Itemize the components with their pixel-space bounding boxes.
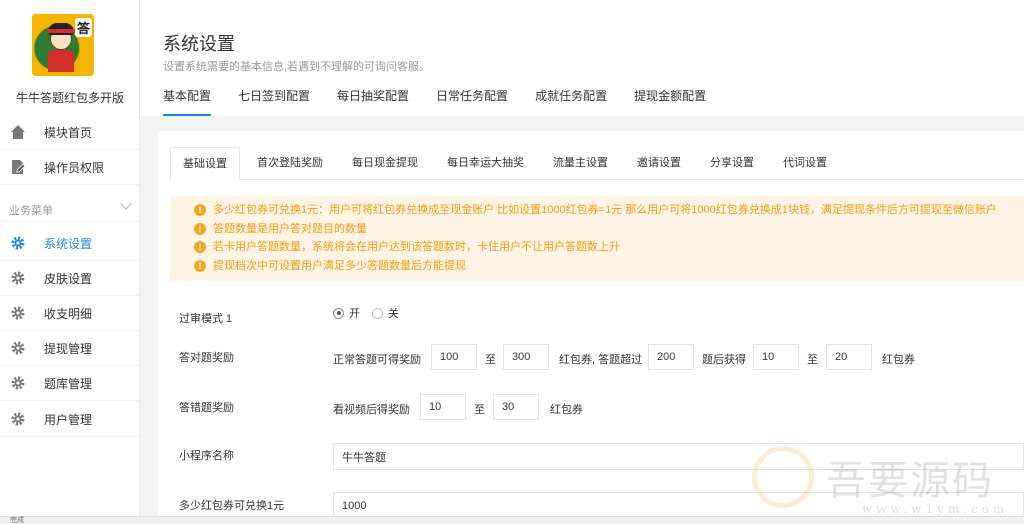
sidebar: 答 牛牛答题红包多开版 模块首页 操作员权限 业务菜单 系统设置 皮肤设置 收支… xyxy=(0,0,140,524)
sidebar-item-system-settings[interactable]: 系统设置 xyxy=(0,226,140,261)
status-bar: 完成 xyxy=(0,516,1024,524)
review-mode-radio-group: 开 关 xyxy=(333,305,411,321)
notice-line: ! 答题数量是用户答对题目的数量 xyxy=(194,220,1024,239)
tab-share-settings[interactable]: 分享设置 xyxy=(698,147,766,180)
sidebar-item-label: 皮肤设置 xyxy=(44,271,93,286)
watermark: 吾要源码 www.w1ym.com xyxy=(752,444,1024,524)
sidebar-section-business[interactable]: 业务菜单 xyxy=(0,194,140,222)
info-icon: ! xyxy=(194,222,206,235)
sidebar-item-label: 用户管理 xyxy=(44,412,93,427)
tab-first-login-reward[interactable]: 首次登陆奖励 xyxy=(245,147,335,180)
tab-withdraw-amount[interactable]: 提现金额配置 xyxy=(634,88,706,116)
sidebar-item-skin-settings[interactable]: 皮肤设置 xyxy=(0,261,140,296)
notice-line: ! 多少红包券可兑换1元：用户可将红包券兑换成至现金账户 比如设置1000红包券=… xyxy=(194,201,1024,220)
info-icon: ! xyxy=(194,241,206,253)
info-icon: ! xyxy=(194,259,206,272)
correct-reward-min-input[interactable] xyxy=(431,344,477,370)
sidebar-item-label: 系统设置 xyxy=(44,236,93,251)
sidebar-item-withdraw-management[interactable]: 提现管理 xyxy=(0,331,140,366)
notice-line: ! 提现档次中可设置用户满足多少答题数量后方能提现 xyxy=(194,257,1024,276)
correct-reward-max-input[interactable] xyxy=(503,344,549,370)
sidebar-item-label: 题库管理 xyxy=(44,376,93,391)
tab-seven-day-checkin[interactable]: 七日签到配置 xyxy=(238,88,310,116)
correct-reward-max2-input[interactable] xyxy=(826,344,872,370)
sidebar-item-module-home[interactable]: 模块首页 xyxy=(0,115,140,150)
tab-daily-lottery[interactable]: 每日抽奖配置 xyxy=(337,88,409,116)
sidebar-item-question-bank[interactable]: 题库管理 xyxy=(0,366,140,401)
tab-basic-settings[interactable]: 基础设置 xyxy=(170,147,240,180)
watermark-url: www.w1ym.com xyxy=(862,502,1009,516)
review-mode-off-label[interactable]: 关 xyxy=(388,305,399,321)
correct-reward-min2-input[interactable] xyxy=(753,344,799,370)
sidebar-section-label: 业务菜单 xyxy=(9,205,53,217)
sidebar-item-label: 操作员权限 xyxy=(44,160,105,175)
tab-invite-settings[interactable]: 邀请设置 xyxy=(625,147,693,180)
page-title: 系统设置 xyxy=(163,34,235,54)
wrong-reward-suffix: 红包券 xyxy=(550,404,583,416)
home-icon xyxy=(10,124,26,140)
chevron-down-icon xyxy=(120,198,132,210)
gear-icon xyxy=(10,411,26,427)
sidebar-item-label: 模块首页 xyxy=(44,125,93,140)
app-name: 牛牛答题红包多开版 xyxy=(15,91,124,105)
correct-reward-mid-text: 红包券, 答题超过 xyxy=(559,354,643,366)
wrong-reward-prefix: 看视频后得奖励 xyxy=(333,404,410,416)
correct-reward-prefix: 正常答题可得奖励 xyxy=(333,354,421,366)
tab-traffic-master[interactable]: 流量主设置 xyxy=(541,147,620,180)
correct-reward-to-label: 至 xyxy=(485,354,496,366)
logo-mark: 答 xyxy=(74,18,92,37)
correct-reward-to2-label: 至 xyxy=(807,354,818,366)
gear-icon xyxy=(10,375,26,391)
notice-box: ! 多少红包券可兑换1元：用户可将红包券兑换成至现金账户 比如设置1000红包券=… xyxy=(170,196,1024,281)
sidebar-item-label: 提现管理 xyxy=(44,341,93,356)
app-logo[interactable]: 答 xyxy=(32,14,94,76)
watermark-text: 吾要源码 xyxy=(826,458,994,504)
sidebar-item-user-management[interactable]: 用户管理 xyxy=(0,402,140,437)
page-subtitle: 设置系统需要的基本信息,若遇到不理解的可询问客服。 xyxy=(163,61,431,73)
wrong-reward-to-label: 至 xyxy=(474,404,485,416)
tab-pronoun-settings[interactable]: 代词设置 xyxy=(771,147,839,180)
watermark-logo-icon xyxy=(752,446,814,508)
correct-reward-suffix: 红包券 xyxy=(882,354,915,366)
tab-achievement-tasks[interactable]: 成就任务配置 xyxy=(535,88,607,116)
sidebar-item-income-details[interactable]: 收支明细 xyxy=(0,296,140,331)
tab-basic-config[interactable]: 基本配置 xyxy=(163,88,212,116)
wrong-reward-min-input[interactable] xyxy=(420,394,466,420)
top-tabs: 基本配置 七日签到配置 每日抽奖配置 日常任务配置 成就任务配置 提现金额配置 xyxy=(163,88,733,116)
inner-tabs: 基础设置 首次登陆奖励 每日现金提现 每日幸运大抽奖 流量主设置 邀请设置 分享… xyxy=(170,147,1024,180)
gear-icon xyxy=(10,340,26,356)
mini-program-name-label: 小程序名称 xyxy=(179,450,234,462)
correct-reward-after-text: 题后获得 xyxy=(702,354,746,366)
gear-icon xyxy=(10,270,26,286)
review-mode-on-label[interactable]: 开 xyxy=(349,305,360,321)
tab-daily-tasks[interactable]: 日常任务配置 xyxy=(436,88,508,116)
gear-icon xyxy=(10,235,26,251)
info-icon: ! xyxy=(194,204,206,216)
review-mode-on-radio[interactable] xyxy=(333,307,344,319)
review-mode-label: 过审模式 1 xyxy=(179,313,233,325)
edit-doc-icon xyxy=(10,159,26,175)
gear-icon xyxy=(10,305,26,321)
sidebar-item-label: 收支明细 xyxy=(44,306,93,321)
correct-reward-threshold-input[interactable] xyxy=(648,344,694,370)
exchange-rate-label: 多少红包券可兑换1元 xyxy=(179,500,285,512)
notice-line: ! 若卡用户答题数量，系统将会在用户达到该答题数时，卡住用户不让用户答题数上升 xyxy=(194,238,1024,257)
wrong-reward-max-input[interactable] xyxy=(493,394,539,420)
review-mode-off-radio[interactable] xyxy=(372,307,383,319)
tab-daily-cash-withdraw[interactable]: 每日现金提现 xyxy=(340,147,430,180)
tab-daily-lucky-draw[interactable]: 每日幸运大抽奖 xyxy=(435,147,536,180)
sidebar-item-operator-permissions[interactable]: 操作员权限 xyxy=(0,150,140,185)
wrong-reward-label: 答错题奖励 xyxy=(179,402,234,414)
correct-reward-label: 答对题奖励 xyxy=(179,352,234,364)
